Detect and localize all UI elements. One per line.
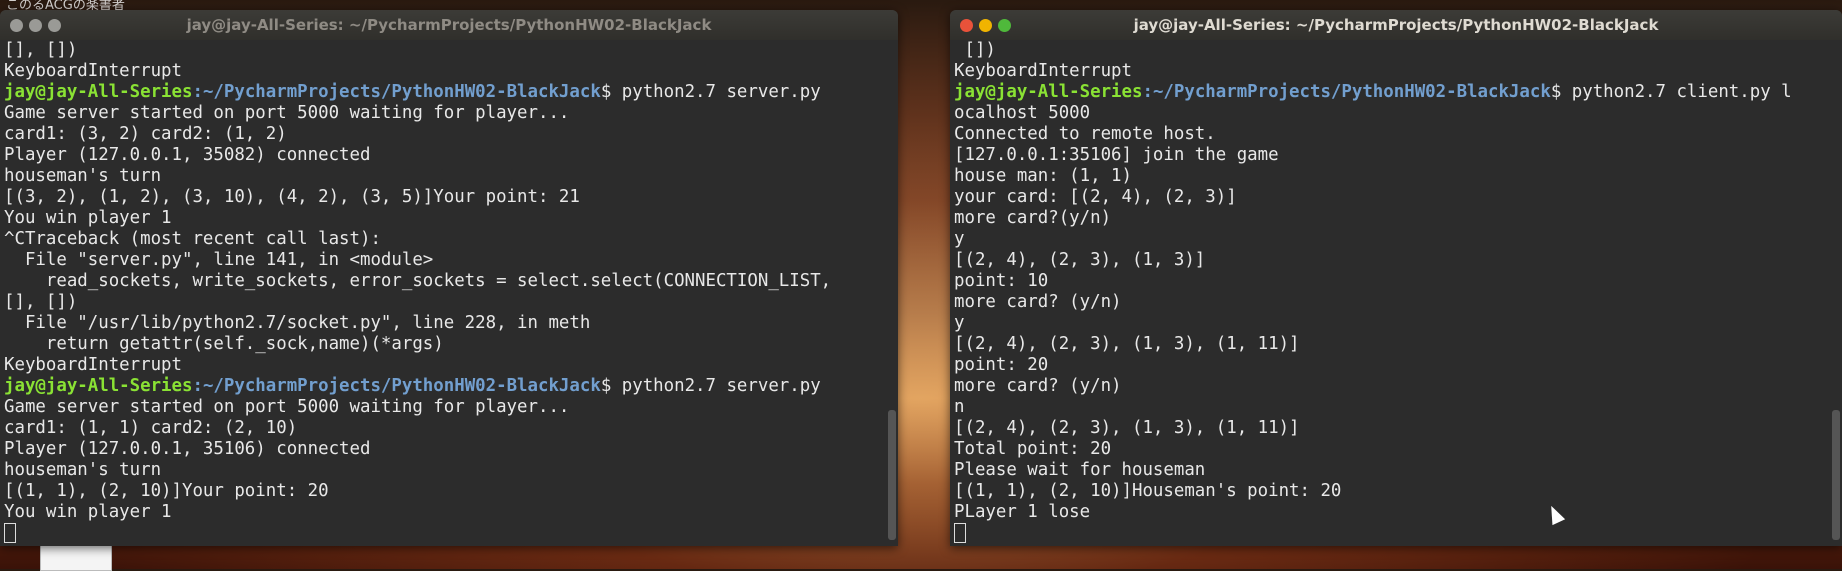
prompt-path: :~/PycharmProjects/PythonHW02-BlackJack: [192, 82, 601, 102]
desktop-file-thumbnail[interactable]: [40, 545, 112, 571]
window-titlebar[interactable]: jay@jay-All-Series: ~/PycharmProjects/Py…: [950, 10, 1842, 40]
server-terminal-window[interactable]: jay@jay-All-Series: ~/PycharmProjects/Py…: [0, 10, 898, 546]
output-line: You win player 1: [4, 208, 172, 228]
output-line: [(3, 2), (1, 2), (3, 10), (4, 2), (3, 5)…: [4, 187, 580, 207]
prompt-user: jay@jay-All-Series: [4, 376, 193, 396]
output-line: return getattr(self._sock,name)(*args): [4, 334, 444, 354]
window-titlebar[interactable]: jay@jay-All-Series: ~/PycharmProjects/Py…: [0, 10, 898, 40]
maximize-icon[interactable]: [998, 19, 1011, 32]
output-line: File "/usr/lib/python2.7/socket.py", lin…: [4, 313, 591, 333]
text-cursor[interactable]: [954, 523, 966, 543]
output-line: File "server.py", line 141, in <module>: [4, 250, 434, 270]
output-line: card1: (3, 2) card2: (1, 2): [4, 124, 287, 144]
prompt-command: $ python2.7 server.py: [600, 82, 821, 102]
cursor-line[interactable]: [4, 523, 894, 544]
prompt-line: jay@jay-All-Series:~/PycharmProjects/Pyt…: [4, 82, 894, 103]
output-line: house man: (1, 1): [954, 166, 1132, 186]
output-line: Player (127.0.0.1, 35106) connected: [4, 439, 371, 459]
output-line: ^CTraceback (most recent call last):: [4, 229, 381, 249]
output-line: Player (127.0.0.1, 35082) connected: [4, 145, 371, 165]
terminal-output[interactable]: []) KeyboardInterrupt jay@jay-All-Series:~…: [950, 40, 1842, 546]
prompt-path: :~/PycharmProjects/PythonHW02-BlackJack: [192, 376, 601, 396]
output-line: y: [954, 313, 965, 333]
prompt-line: jay@jay-All-Series:~/PycharmProjects/Pyt…: [954, 82, 1838, 103]
output-line: PLayer 1 lose: [954, 502, 1091, 522]
prompt-path: :~/PycharmProjects/PythonHW02-BlackJack: [1142, 82, 1551, 102]
output-line: [(1, 1), (2, 10)]Your point: 20: [4, 481, 329, 501]
close-icon[interactable]: [10, 19, 23, 32]
prompt-user: jay@jay-All-Series: [4, 82, 193, 102]
prompt-line: jay@jay-All-Series:~/PycharmProjects/Pyt…: [4, 376, 894, 397]
output-line: [(2, 4), (2, 3), (1, 3), (1, 11)]: [954, 334, 1300, 354]
cursor-line[interactable]: [954, 523, 1838, 544]
minimize-icon[interactable]: [29, 19, 42, 32]
output-line: KeyboardInterrupt: [954, 61, 1132, 81]
output-line: KeyboardInterrupt: [4, 61, 182, 81]
close-icon[interactable]: [960, 19, 973, 32]
output-line: Please wait for houseman: [954, 460, 1206, 480]
output-line: point: 20: [954, 355, 1049, 375]
output-line: [(2, 4), (2, 3), (1, 3), (1, 11)]: [954, 418, 1300, 438]
output-line: houseman's turn: [4, 166, 162, 186]
maximize-icon[interactable]: [48, 19, 61, 32]
window-title: jay@jay-All-Series: ~/PycharmProjects/Py…: [1133, 16, 1659, 34]
scrollbar-thumb[interactable]: [1832, 410, 1840, 540]
output-line: more card? (y/n): [954, 376, 1122, 396]
output-line: [(1, 1), (2, 10)]Houseman's point: 20: [954, 481, 1342, 501]
output-line: Connected to remote host.: [954, 124, 1216, 144]
prompt-user: jay@jay-All-Series: [954, 82, 1143, 102]
output-line: You win player 1: [4, 502, 172, 522]
output-line: your card: [(2, 4), (2, 3)]: [954, 187, 1237, 207]
scrollbar-thumb[interactable]: [888, 410, 896, 540]
output-line: y: [954, 229, 965, 249]
window-title: jay@jay-All-Series: ~/PycharmProjects/Py…: [186, 16, 712, 34]
output-line: more card? (y/n): [954, 292, 1122, 312]
text-cursor[interactable]: [4, 523, 16, 543]
output-line: Total point: 20: [954, 439, 1112, 459]
prompt-command: $ python2.7 server.py: [600, 376, 821, 396]
output-line: [], []): [4, 292, 78, 312]
output-line: []): [954, 40, 996, 60]
output-line: [], []): [4, 40, 78, 60]
output-line: read_sockets, write_sockets, error_socke…: [4, 271, 832, 291]
output-line: more card?(y/n): [954, 208, 1112, 228]
minimize-icon[interactable]: [979, 19, 992, 32]
output-line: point: 10: [954, 271, 1049, 291]
output-line: [127.0.0.1:35106] join the game: [954, 145, 1279, 165]
output-line: Game server started on port 5000 waiting…: [4, 103, 570, 123]
output-line: houseman's turn: [4, 460, 162, 480]
prompt-command: $ python2.7 client.py l: [1550, 82, 1792, 102]
output-line: n: [954, 397, 965, 417]
output-line: ocalhost 5000: [954, 103, 1091, 123]
client-terminal-window[interactable]: jay@jay-All-Series: ~/PycharmProjects/Py…: [950, 10, 1842, 546]
output-line: [(2, 4), (2, 3), (1, 3)]: [954, 250, 1206, 270]
output-line: card1: (1, 1) card2: (2, 10): [4, 418, 298, 438]
output-line: KeyboardInterrupt: [4, 355, 182, 375]
terminal-output[interactable]: [], []) KeyboardInterrupt jay@jay-All-Seri…: [0, 40, 898, 546]
output-line: Game server started on port 5000 waiting…: [4, 397, 570, 417]
